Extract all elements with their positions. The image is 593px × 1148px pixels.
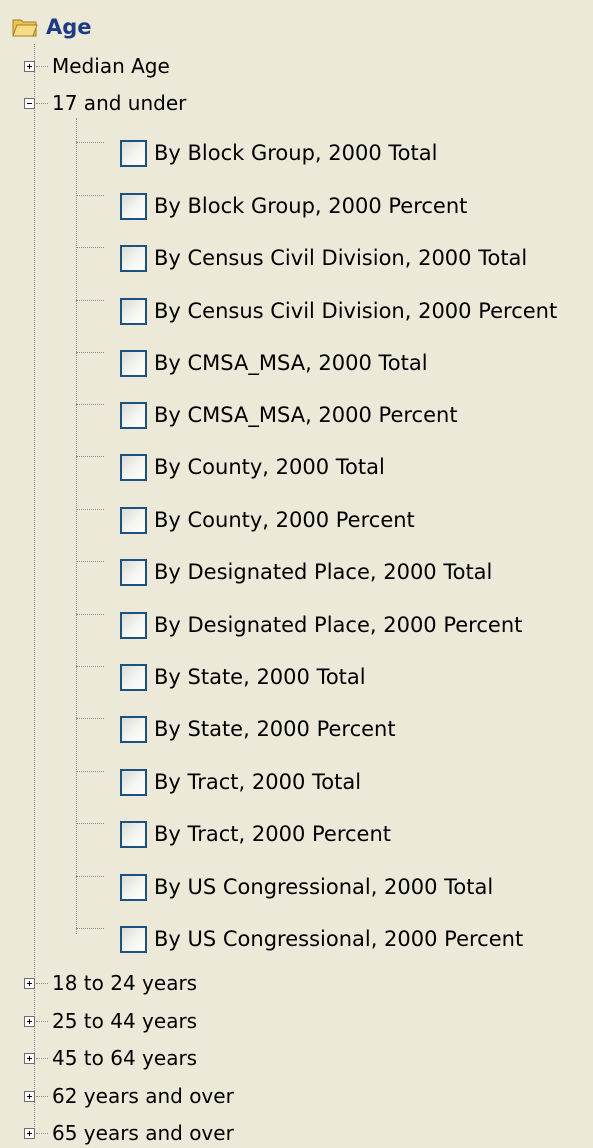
layer-checkbox[interactable] [120,663,147,691]
tree-root-age[interactable]: Age [12,12,92,42]
layer-item[interactable]: By US Congressional, 2000 Total [76,861,493,913]
layer-item[interactable]: By State, 2000 Total [76,651,366,703]
expand-plus-icon[interactable] [24,1090,35,1102]
layer-item[interactable]: By Census Civil Division, 2000 Total [76,232,527,284]
tree-node-age-group[interactable]: 18 to 24 years [24,968,197,998]
layer-label: By Census Civil Division, 2000 Percent [154,299,558,323]
layer-item[interactable]: By Census Civil Division, 2000 Percent [76,285,557,337]
layer-label: By Designated Place, 2000 Total [154,560,493,584]
layer-label: By County, 2000 Total [154,455,385,479]
layer-label: By Tract, 2000 Total [154,770,362,794]
layer-item[interactable]: By Designated Place, 2000 Percent [76,599,522,651]
layer-item[interactable]: By CMSA_MSA, 2000 Total [76,337,428,389]
layer-checkbox[interactable] [120,401,147,429]
layer-label: By State, 2000 Percent [154,717,396,741]
layer-item[interactable]: By State, 2000 Percent [76,703,396,755]
layer-label: By Block Group, 2000 Percent [154,194,468,218]
layer-label: By State, 2000 Total [154,665,366,689]
tree-node-label: 17 and under [52,91,187,115]
layer-checkbox[interactable] [120,715,147,743]
layer-label: By Block Group, 2000 Total [154,141,438,165]
layer-label: By Tract, 2000 Percent [154,822,392,846]
layer-item[interactable]: By Block Group, 2000 Total [76,127,437,179]
layer-checkbox[interactable] [120,873,147,901]
layer-checkbox[interactable] [120,192,147,220]
layer-label: By County, 2000 Percent [154,508,415,532]
layer-label: By CMSA_MSA, 2000 Percent [154,403,458,427]
layer-item[interactable]: By US Congressional, 2000 Percent [76,913,523,965]
tree-node-label: 62 years and over [52,1084,234,1108]
expand-plus-icon[interactable] [24,1052,35,1064]
tree-node-17-and-under[interactable]: 17 and under [24,88,186,118]
tree-node-label: 25 to 44 years [52,1009,198,1033]
tree-node-median-age[interactable]: Median Age [24,51,170,81]
collapse-minus-icon[interactable] [24,97,35,109]
layer-item[interactable]: By County, 2000 Percent [76,494,415,546]
layer-item[interactable]: By Tract, 2000 Percent [76,808,391,860]
layer-label: By US Congressional, 2000 Total [154,875,494,899]
layer-checkbox[interactable] [120,611,147,639]
layer-label: By Census Civil Division, 2000 Total [154,246,528,270]
layer-checkbox[interactable] [120,349,147,377]
layer-item[interactable]: By County, 2000 Total [76,441,385,493]
tree-node-label: 45 to 64 years [52,1046,198,1070]
layer-checkbox[interactable] [120,768,147,796]
layer-checkbox[interactable] [120,297,147,325]
layer-item[interactable]: By Designated Place, 2000 Total [76,546,492,598]
layer-checkbox[interactable] [120,820,147,848]
layer-label: By US Congressional, 2000 Percent [154,927,524,951]
layer-checkbox[interactable] [120,506,147,534]
layer-item[interactable]: By CMSA_MSA, 2000 Percent [76,389,458,441]
layer-item[interactable]: By Block Group, 2000 Percent [76,180,467,232]
layer-checkbox[interactable] [120,558,147,586]
tree-node-label: Median Age [52,54,170,78]
layer-checkbox[interactable] [120,139,147,167]
expand-plus-icon[interactable] [24,977,35,989]
expand-plus-icon[interactable] [24,60,35,72]
expand-plus-icon[interactable] [24,1015,35,1027]
tree-node-age-group[interactable]: 45 to 64 years [24,1043,197,1073]
tree-root-label: Age [46,15,92,39]
tree-node-label: 18 to 24 years [52,971,198,995]
layer-checkbox[interactable] [120,453,147,481]
layer-label: By CMSA_MSA, 2000 Total [154,351,428,375]
layer-label: By Designated Place, 2000 Percent [154,613,523,637]
tree-node-label: 65 years and over [52,1121,234,1145]
tree-node-age-group[interactable]: 62 years and over [24,1081,234,1111]
tree-node-age-group[interactable]: 65 years and over [24,1118,234,1148]
folder-open-icon [12,19,38,37]
tree-node-age-group[interactable]: 25 to 44 years [24,1006,197,1036]
layer-checkbox[interactable] [120,244,147,272]
layer-checkbox[interactable] [120,925,147,953]
layer-item[interactable]: By Tract, 2000 Total [76,756,361,808]
